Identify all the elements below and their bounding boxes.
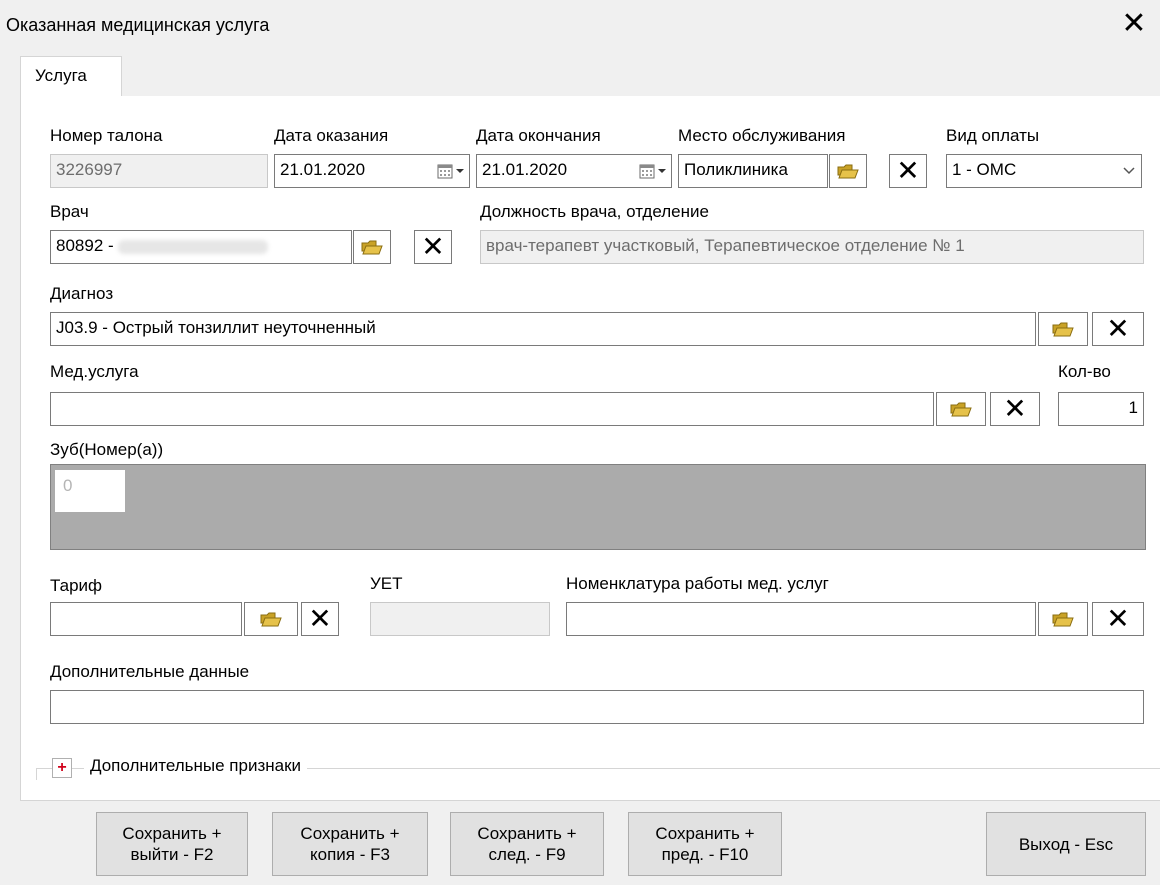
payment-type-label: Вид оплаты [946,126,1040,145]
close-icon[interactable]: ✕ [1116,6,1152,42]
save-exit-button[interactable]: Сохранить + выйти - F2 [96,812,248,876]
tariff-field[interactable] [50,602,242,636]
tariff-label: Тариф [50,576,103,595]
select-folder-icon[interactable] [829,154,867,188]
service-place-field[interactable]: Поликлиника [678,154,828,188]
select-folder-icon[interactable] [353,230,391,264]
quantity-field[interactable]: 1 [1058,392,1144,426]
quantity-label: Кол-во [1058,362,1111,381]
doctor-label: Врач [50,202,89,221]
nomenclature-label: Номенклатура работы мед. услуг [566,574,829,593]
expand-plus-icon[interactable]: + [52,758,72,778]
extra-data-field[interactable] [50,690,1144,724]
uet-field [370,602,550,636]
ticket-number-label: Номер талона [50,126,163,145]
doctor-position-label: Должность врача, отделение [480,202,709,221]
date-end-value: 21.01.2020 [482,160,568,179]
date-end-label: Дата окончания [476,126,601,145]
teeth-label: Зуб(Номер(а)) [50,440,164,459]
med-service-field[interactable] [50,392,934,426]
save-copy-button[interactable]: Сохранить + копия - F3 [272,812,428,876]
doctor-value: 80892 - [56,236,114,255]
tooth-number-field[interactable]: 0 [55,470,125,512]
chevron-down-icon[interactable] [1122,155,1136,185]
extra-signs-label[interactable]: Дополнительные признаки [84,756,308,776]
uet-label: УЕТ [370,574,403,593]
calendar-icon[interactable] [437,155,465,187]
payment-type-value: 1 - ОМС [952,160,1017,179]
redacted-name [118,239,269,254]
clear-x-icon[interactable]: ✕ [301,602,339,636]
group-divider [36,768,37,780]
select-folder-icon[interactable] [936,392,986,426]
clear-x-icon[interactable]: ✕ [1092,602,1144,636]
clear-x-icon[interactable]: ✕ [1092,312,1144,346]
extra-data-label: Дополнительные данные [50,662,250,681]
select-folder-icon[interactable] [1038,602,1088,636]
divider [20,800,1160,801]
date-end-picker[interactable]: 21.01.2020 [476,154,672,188]
date-start-value: 21.01.2020 [280,160,366,179]
select-folder-icon[interactable] [1038,312,1088,346]
payment-type-select[interactable]: 1 - ОМС [946,154,1142,188]
nomenclature-field[interactable] [566,602,1036,636]
med-service-label: Мед.услуга [50,362,139,381]
diagnosis-label: Диагноз [50,284,114,303]
service-place-label: Место обслуживания [678,126,846,145]
teeth-area[interactable] [50,464,1146,550]
diagnosis-field[interactable]: J03.9 - Острый тонзиллит неуточненный [50,312,1036,346]
tab-service[interactable]: Услуга [20,56,122,96]
calendar-icon[interactable] [639,155,667,187]
select-folder-icon[interactable] [244,602,298,636]
doctor-position-field: врач-терапевт участковый, Терапевтическо… [480,230,1144,264]
clear-x-icon[interactable]: ✕ [990,392,1040,426]
date-start-picker[interactable]: 21.01.2020 [274,154,470,188]
doctor-field[interactable]: 80892 - [50,230,352,264]
save-prev-button[interactable]: Сохранить + пред. - F10 [628,812,782,876]
save-next-button[interactable]: Сохранить + след. - F9 [450,812,604,876]
window-title: Оказанная медицинская услуга [6,15,270,35]
clear-x-icon[interactable]: ✕ [889,154,927,188]
ticket-number-field: 3226997 [50,154,268,188]
exit-button[interactable]: Выход - Esc [986,812,1146,876]
date-start-label: Дата оказания [274,126,389,145]
clear-x-icon[interactable]: ✕ [414,230,452,264]
